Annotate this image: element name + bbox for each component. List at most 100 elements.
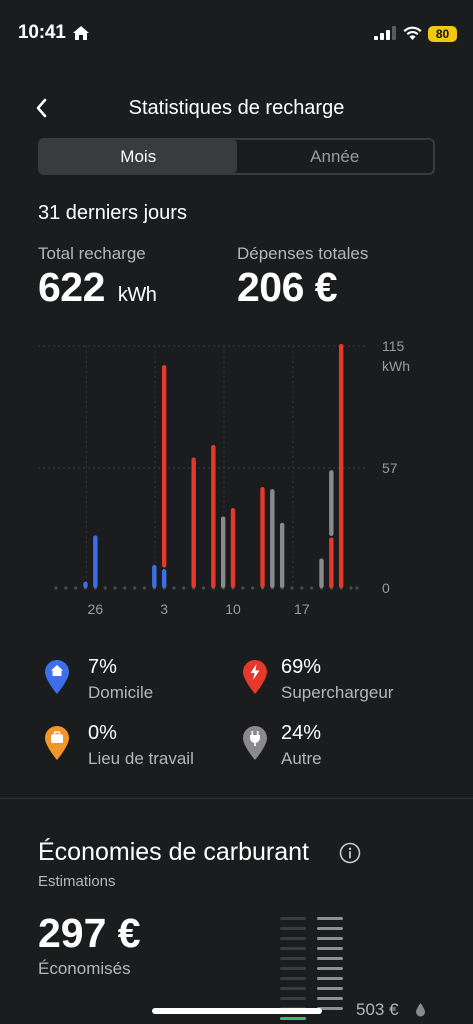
period-label: 31 derniers jours [38,202,187,224]
breakdown-supercharger[interactable]: 69% Superchargeur [242,656,442,709]
fuel-savings-value: 297 € [38,910,141,956]
briefcase-pin-icon [45,726,69,760]
home-icon [73,26,89,40]
breakdown-work[interactable]: 0% Lieu de travail [44,722,244,775]
bar-domicile-day-5[interactable] [93,535,98,588]
baseline-dot [201,586,206,590]
baseline-dot [172,586,176,590]
bar-domicile-day-11[interactable] [152,564,157,588]
ladder-rung [317,937,343,940]
info-icon[interactable] [339,842,361,864]
breakdown-home-name: Domicile [88,683,154,702]
breakdown-home[interactable]: 7% Domicile [44,656,244,709]
ladder-rung [317,977,343,980]
ladder-rung [317,957,343,960]
breakdown-supercharger-pct: 69% [281,656,322,678]
ladder-rung [280,987,306,990]
baseline-dot [123,586,127,590]
fuel-savings-label: Économisés [38,959,131,978]
bar-superchargeur-day-22[interactable] [260,486,265,588]
ladder-rung [280,977,306,980]
ladder-rung [280,967,306,970]
bar-autre-day-23[interactable] [270,489,275,588]
y-tick-label-zero: 0 [382,580,390,596]
x-tick-label: 3 [160,601,168,617]
baseline-dot [310,586,314,590]
bar-autre-day-24[interactable] [279,522,285,588]
fuel-savings-title: Économies de carburant [38,838,309,866]
battery-indicator: 80 [428,26,457,42]
baseline-dot [300,586,304,590]
baseline-dot [355,586,359,590]
ladder-rung [280,947,306,950]
bar-superchargeur-day-29[interactable] [329,537,334,588]
baseline-dot [113,586,117,590]
ladder-rung [280,997,306,1000]
tab-month[interactable]: Mois [40,140,237,173]
breakdown-other-name: Autre [281,749,322,768]
home-indicator[interactable] [152,1008,322,1014]
bar-superchargeur-day-19[interactable] [230,508,236,588]
baseline-dot [241,586,245,590]
y-tick-label-max: 115 [382,338,405,354]
page-title: Statistiques de recharge [128,97,345,119]
fuel-cost-value: 503 € [356,1000,399,1019]
breakdown-other[interactable]: 24% Autre [242,722,442,775]
period-segmented-control: Mois Année [38,138,435,175]
y-tick-label-mid: 57 [382,460,398,476]
bar-superchargeur-day-15[interactable] [191,457,196,588]
bar-autre-day-29[interactable] [329,470,334,536]
total-charge-number: 622 [38,264,105,310]
breakdown-home-pct: 7% [88,656,117,678]
baseline-dot [290,586,294,590]
ladder-rung [280,1017,306,1020]
baseline-dot [349,586,353,590]
baseline-dot [64,586,68,590]
status-time: 10:41 [18,22,66,43]
bar-domicile-day-4[interactable] [83,581,88,588]
charging-bar-chart: 115 kWh 57 0 26 3 10 17 [38,338,410,617]
ladder-rung [317,967,343,970]
breakdown-work-pct: 0% [88,722,117,744]
baseline-dot [103,586,107,590]
breakdown-other-pct: 24% [281,722,322,744]
section-divider [0,798,473,799]
bar-autre-day-18[interactable] [220,516,226,588]
baseline-dot [251,586,255,590]
ladder-rung [317,947,343,950]
baseline-dot [133,586,137,590]
baseline-dot [74,586,78,590]
bar-domicile-day-12[interactable] [161,569,167,588]
bar-autre-day-28[interactable] [319,558,324,588]
home-pin-icon [45,660,69,694]
ladder-rung [317,927,343,930]
baseline-dot [182,586,186,590]
x-tick-label: 26 [88,601,104,617]
bar-superchargeur-day-30[interactable] [338,343,344,588]
bar-superchargeur-day-12[interactable] [161,364,167,568]
baseline-dot [54,586,58,590]
ladder-rung [317,997,343,1000]
bar-superchargeur-day-17[interactable] [211,444,216,588]
x-tick-label: 17 [294,601,310,617]
wifi-icon [403,26,422,40]
breakdown-supercharger-name: Superchargeur [281,683,394,702]
baseline-dot [142,586,147,590]
total-charge-value: 622 kWh [38,264,157,311]
plug-pin-icon [243,726,267,760]
tab-year[interactable]: Année [237,140,434,173]
signal-icon [374,26,396,40]
breakdown-work-name: Lieu de travail [88,749,194,768]
ladder-rung [317,917,343,920]
total-charge-label: Total recharge [38,244,146,263]
fuel-savings-subtitle: Estimations [38,873,116,890]
ladder-rung [280,917,306,920]
x-tick-label: 10 [225,601,241,617]
total-spend-label: Dépenses totales [237,244,369,263]
ladder-rung [280,927,306,930]
ladder-rung [280,957,306,960]
ladder-rung [317,987,343,990]
y-unit-label: kWh [382,358,410,374]
status-bar: 10:41 80 [0,0,473,60]
savings-ladder-fuel [317,917,343,1017]
